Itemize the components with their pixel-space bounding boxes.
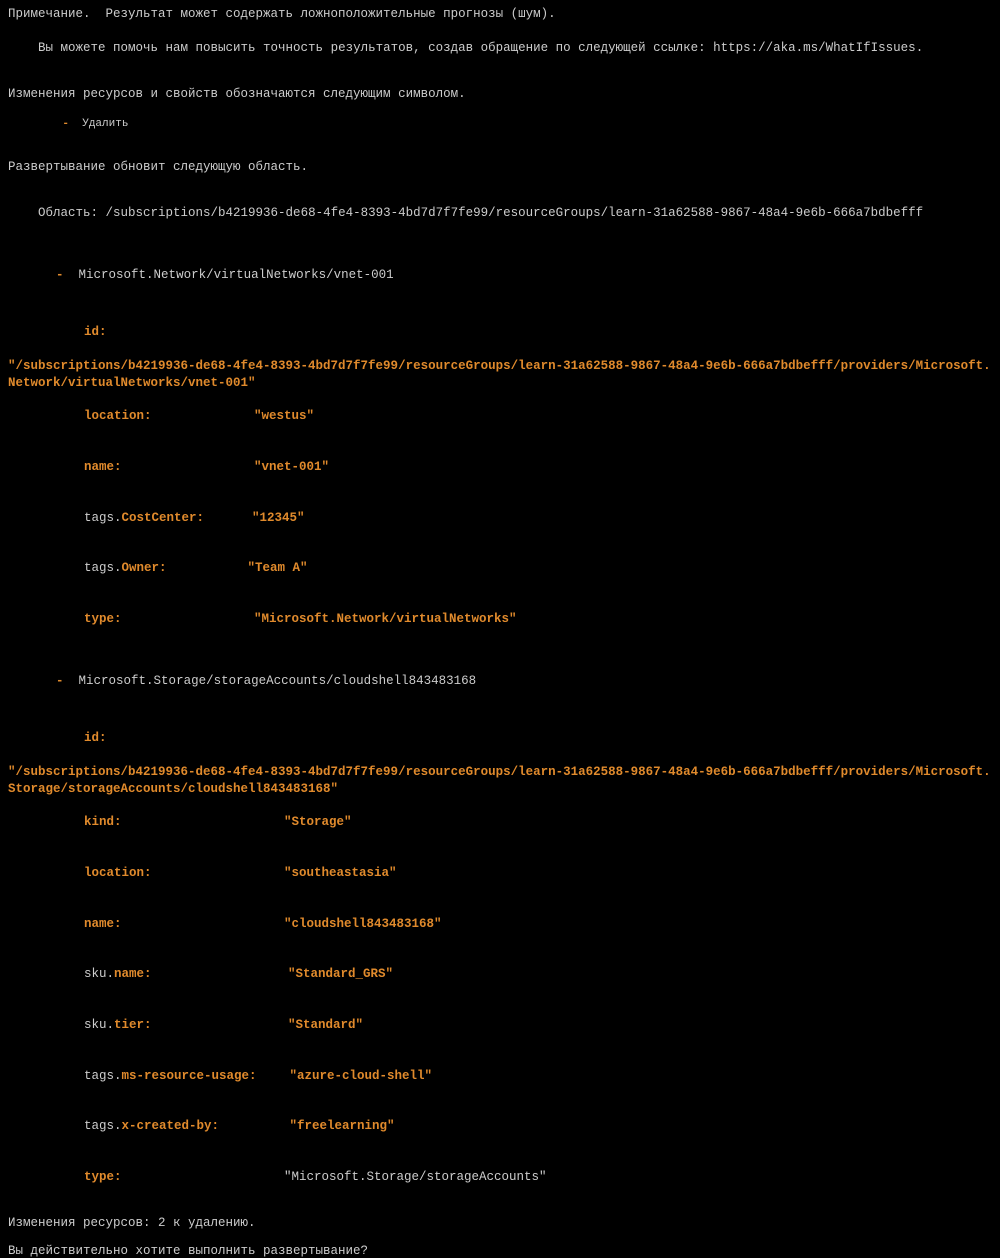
tag-created-value: "freelearning" [290, 1119, 395, 1133]
name-key: name: [84, 916, 284, 933]
sku-name-key: name: [114, 966, 288, 983]
res2-sku-tier: sku.tier:"Standard" [8, 1000, 992, 1051]
confirm-question: Вы действительно хотите выполнить развер… [8, 1243, 992, 1258]
summary-line: Изменения ресурсов: 2 к удалению. [8, 1215, 992, 1232]
delete-dash-icon: - [62, 118, 69, 130]
owner-value: "Team A" [248, 561, 308, 575]
changes-header: Изменения ресурсов и свойств обозначаютс… [8, 86, 992, 103]
terminal-output: Примечание. Результат может содержать ло… [0, 0, 1000, 1258]
res1-tag-owner: tags.Owner: "Team A" [8, 543, 992, 594]
delete-dash-icon: - [56, 674, 64, 688]
type-value: "Microsoft.Network/virtualNetworks" [254, 612, 517, 626]
res1-id-label: id: [8, 307, 992, 358]
tag-created-key: x-created-by: [122, 1118, 290, 1135]
deploy-header: Развертывание обновит следующую область. [8, 159, 992, 176]
kind-value: "Storage" [284, 815, 352, 829]
res2-sku-name: sku.name:"Standard_GRS" [8, 949, 992, 1000]
type-key: type: [84, 1169, 284, 1186]
res1-id-value: "/subscriptions/b4219936-de68-4fe4-8393-… [8, 358, 992, 392]
resource-2-header: - Microsoft.Storage/storageAccounts/clou… [8, 657, 992, 708]
res2-kind: kind:"Storage" [8, 798, 992, 849]
tags-prefix: tags. [84, 511, 122, 525]
scope-line: Область: /subscriptions/b4219936-de68-4f… [8, 188, 992, 239]
res2-name: name:"cloudshell843483168" [8, 899, 992, 950]
legend-delete-label: Удалить [82, 118, 128, 130]
note-period: . [916, 41, 924, 55]
location-value: "westus" [254, 409, 314, 423]
sku-tier-key: tier: [114, 1017, 288, 1034]
res2-tag-created: tags.x-created-by:"freelearning" [8, 1101, 992, 1152]
res2-type: type:"Microsoft.Storage/storageAccounts" [8, 1152, 992, 1203]
location-value: "southeastasia" [284, 866, 397, 880]
kind-key: kind: [84, 814, 284, 831]
name-value: "vnet-001" [254, 460, 329, 474]
id-key: id: [84, 731, 107, 745]
id-key: id: [84, 325, 107, 339]
sku-prefix: sku. [84, 1018, 114, 1032]
sku-tier-value: "Standard" [288, 1018, 363, 1032]
note-line-1: Примечание. Результат может содержать ло… [8, 6, 992, 23]
note-line-2: Вы можете помочь нам повысить точность р… [8, 23, 992, 74]
name-value: "cloudshell843483168" [284, 917, 442, 931]
name-key: name: [84, 459, 254, 476]
costcenter-key: CostCenter: [122, 511, 205, 525]
tag-usage-key: ms-resource-usage: [122, 1068, 290, 1085]
res2-id-value: "/subscriptions/b4219936-de68-4fe4-8393-… [8, 764, 992, 798]
res2-id-label: id: [8, 713, 992, 764]
location-key: location: [84, 408, 254, 425]
sku-prefix: sku. [84, 967, 114, 981]
type-key: type: [84, 611, 254, 628]
tags-prefix: tags. [84, 1119, 122, 1133]
res1-name: name:"vnet-001" [8, 442, 992, 493]
res1-tag-costcenter: tags.CostCenter: "12345" [8, 493, 992, 544]
legend-row: - Удалить [8, 102, 992, 147]
res2-tag-usage: tags.ms-resource-usage:"azure-cloud-shel… [8, 1051, 992, 1102]
location-key: location: [84, 865, 284, 882]
type-value: "Microsoft.Storage/storageAccounts" [284, 1170, 547, 1184]
resource-1-header: - Microsoft.Network/virtualNetworks/vnet… [8, 250, 992, 301]
resource-1-title: Microsoft.Network/virtualNetworks/vnet-0… [79, 268, 394, 282]
res1-location: location:"westus" [8, 391, 992, 442]
tags-prefix: tags. [84, 561, 122, 575]
resource-2-title: Microsoft.Storage/storageAccounts/clouds… [79, 674, 477, 688]
sku-name-value: "Standard_GRS" [288, 967, 393, 981]
issues-url: https://aka.ms/WhatIfIssues [713, 41, 916, 55]
delete-dash-icon: - [56, 268, 64, 282]
res2-location: location:"southeastasia" [8, 848, 992, 899]
tags-prefix: tags. [84, 1069, 122, 1083]
res1-type: type:"Microsoft.Network/virtualNetworks" [8, 594, 992, 645]
note-text: Вы можете помочь нам повысить точность р… [38, 41, 713, 55]
owner-key: Owner: [122, 561, 167, 575]
scope-value: /subscriptions/b4219936-de68-4fe4-8393-4… [106, 206, 924, 220]
scope-label: Область: [38, 206, 106, 220]
costcenter-value: "12345" [252, 511, 305, 525]
tag-usage-value: "azure-cloud-shell" [290, 1069, 433, 1083]
